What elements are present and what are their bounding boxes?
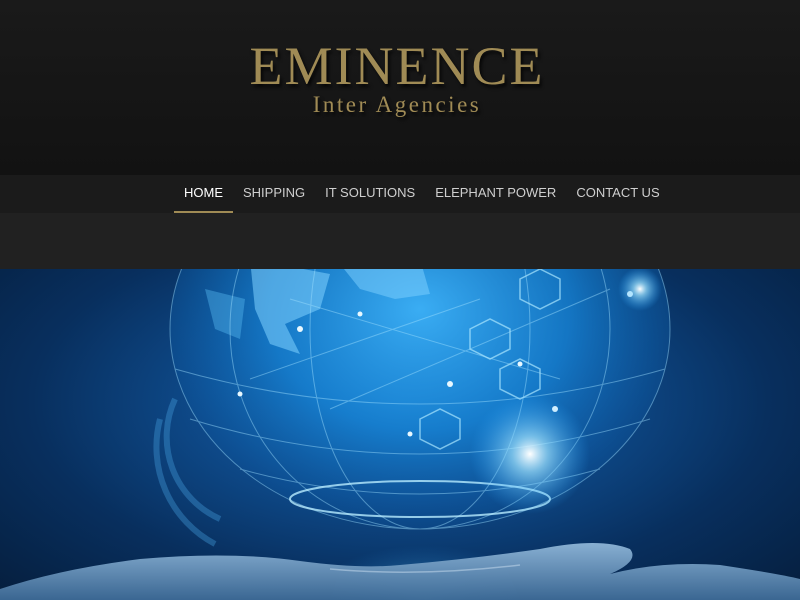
nav-item-elephant-power[interactable]: ELEPHANT POWER — [425, 175, 566, 213]
light-flare — [470, 394, 590, 514]
main-nav: HOME SHIPPING IT SOLUTIONS ELEPHANT POWE… — [174, 175, 670, 213]
hero-banner — [0, 269, 800, 600]
nav-item-it-solutions[interactable]: IT SOLUTIONS — [315, 175, 425, 213]
globe-shape — [170, 269, 670, 529]
logo-title: EMINENCE — [249, 36, 545, 96]
nav-item-shipping[interactable]: SHIPPING — [233, 175, 315, 213]
nav-item-home[interactable]: HOME — [174, 175, 233, 213]
hero-globe-image — [0, 269, 800, 600]
header-band — [0, 213, 800, 269]
site-logo[interactable]: EMINENCE Inter Agencies — [232, 36, 562, 124]
nav-bar: HOME SHIPPING IT SOLUTIONS ELEPHANT POWE… — [0, 175, 800, 213]
site-header: EMINENCE Inter Agencies — [0, 0, 800, 175]
nav-item-contact-us[interactable]: CONTACT US — [566, 175, 669, 213]
logo-subtitle: Inter Agencies — [312, 92, 482, 117]
